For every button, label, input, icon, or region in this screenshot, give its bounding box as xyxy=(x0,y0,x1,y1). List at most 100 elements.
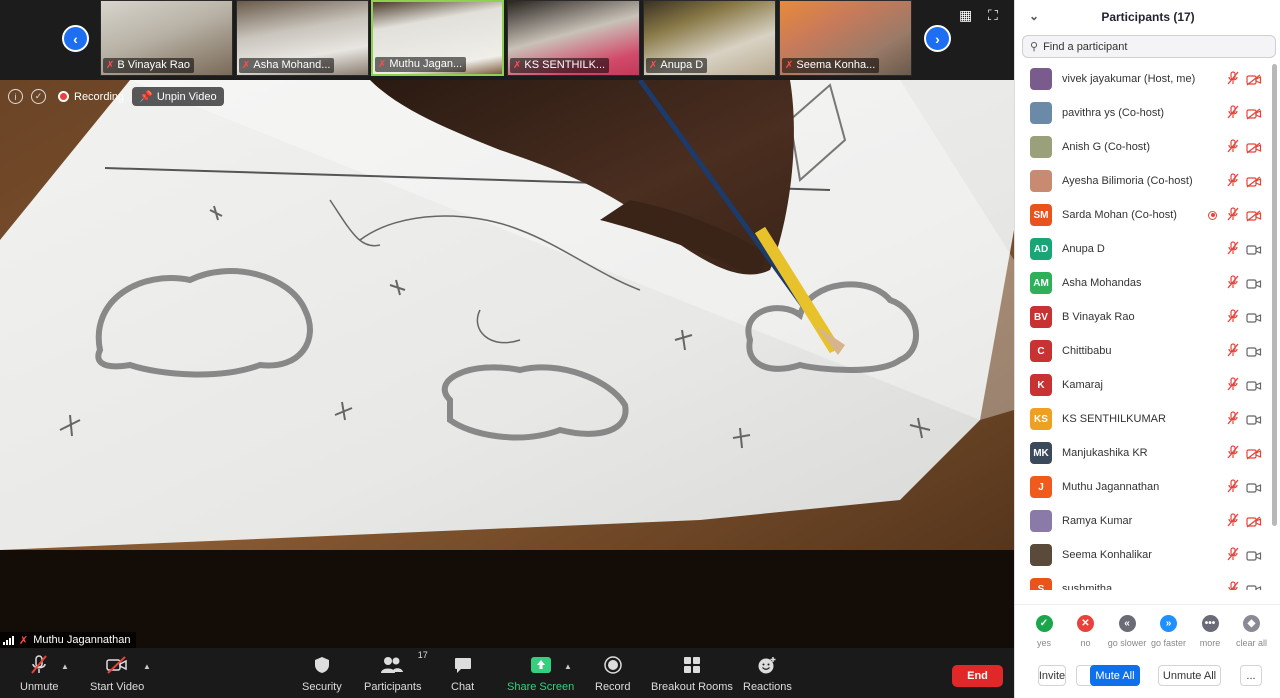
video-on-icon[interactable] xyxy=(1246,243,1262,255)
feedback-yes-button[interactable]: ✓ yes xyxy=(1022,615,1066,648)
muted-mic-icon[interactable] xyxy=(1227,206,1239,224)
previous-page-button[interactable]: ‹ xyxy=(62,25,89,52)
participant-row[interactable]: AD Anupa D xyxy=(1015,232,1273,266)
muted-mic-icon: ✗ xyxy=(19,634,29,647)
muted-mic-icon[interactable] xyxy=(1227,104,1239,122)
record-button[interactable]: Record xyxy=(595,654,630,693)
participant-row[interactable]: SM Sarda Mohan (Co-host) xyxy=(1015,198,1273,232)
participant-list-scrollbar[interactable] xyxy=(1272,64,1277,526)
participant-row[interactable]: C Chittibabu xyxy=(1015,334,1273,368)
participants-button[interactable]: 17 Participants xyxy=(364,650,428,693)
participant-row[interactable]: BV B Vinayak Rao xyxy=(1015,300,1273,334)
feedback-label: yes xyxy=(1036,638,1051,648)
muted-mic-icon[interactable] xyxy=(1227,376,1239,394)
participant-row[interactable]: MK Manjukashika KR xyxy=(1015,436,1273,470)
muted-mic-icon[interactable] xyxy=(1227,410,1239,428)
unmute-all-button[interactable]: Unmute All xyxy=(1158,665,1221,686)
meeting-info-icon[interactable]: i xyxy=(8,89,23,104)
video-off-icon[interactable] xyxy=(1246,141,1262,154)
muted-mic-icon[interactable] xyxy=(1227,70,1239,88)
muted-mic-icon[interactable] xyxy=(1227,342,1239,360)
next-page-button[interactable]: › xyxy=(924,25,951,52)
mute-all-button[interactable]: Mute All xyxy=(1090,665,1140,686)
feedback-go-slower-button[interactable]: « go slower xyxy=(1105,615,1149,648)
video-off-icon[interactable] xyxy=(1246,107,1262,120)
video-off-icon[interactable] xyxy=(1246,515,1262,528)
video-on-icon[interactable] xyxy=(1246,277,1262,289)
muted-mic-icon: ✗ xyxy=(649,60,658,71)
participant-row[interactable]: Ramya Kumar xyxy=(1015,504,1273,538)
muted-mic-icon[interactable] xyxy=(1227,308,1239,326)
thumbnail-video-active[interactable]: ✗ Muthu Jagan... xyxy=(371,0,504,76)
collapse-chevron-icon[interactable]: ⌄ xyxy=(1029,9,1039,23)
muted-mic-icon[interactable] xyxy=(1227,240,1239,258)
search-icon: ⚲ xyxy=(1030,41,1039,53)
breakout-rooms-button[interactable]: Breakout Rooms xyxy=(651,654,733,693)
thumbnail-video[interactable]: ✗ Seema Konha... xyxy=(779,0,912,76)
participant-row[interactable]: KS KS SENTHILKUMAR xyxy=(1015,402,1273,436)
participant-row[interactable]: Ssushmitha xyxy=(1015,572,1273,590)
video-on-icon[interactable] xyxy=(1246,311,1262,323)
muted-mic-icon[interactable] xyxy=(1227,512,1239,530)
muted-mic-icon[interactable] xyxy=(1227,478,1239,496)
muted-mic-icon: ✗ xyxy=(513,60,522,71)
participant-row[interactable]: pavithra ys (Co-host) xyxy=(1015,96,1273,130)
muted-mic-icon[interactable] xyxy=(1227,138,1239,156)
unmute-button[interactable]: Unmute xyxy=(20,654,59,693)
video-off-icon[interactable] xyxy=(1246,73,1262,86)
share-options-caret-icon[interactable]: ▲ xyxy=(564,662,572,671)
participant-row[interactable]: Anish G (Co-host) xyxy=(1015,130,1273,164)
participant-row[interactable]: J Muthu Jagannathan xyxy=(1015,470,1273,504)
thumbnail-video[interactable]: ✗ Asha Mohand... xyxy=(236,0,369,76)
video-off-icon[interactable] xyxy=(1246,175,1262,188)
security-button[interactable]: Security xyxy=(302,654,342,693)
feedback-go-faster-button[interactable]: » go faster xyxy=(1147,615,1191,648)
participant-row[interactable]: vivek jayakumar (Host, me) xyxy=(1015,62,1273,96)
participant-avatar xyxy=(1030,102,1052,124)
video-on-icon[interactable] xyxy=(1246,413,1262,425)
thumbnail-video[interactable]: ✗ Anupa D xyxy=(643,0,776,76)
thumbnail-video[interactable]: ✗ B Vinayak Rao xyxy=(100,0,233,76)
video-on-icon[interactable] xyxy=(1246,481,1262,493)
gallery-view-icon[interactable]: ▦ xyxy=(959,7,972,24)
reactions-button[interactable]: Reactions xyxy=(743,654,792,693)
video-off-icon[interactable] xyxy=(1246,209,1262,222)
feedback-more-button[interactable]: ••• more xyxy=(1188,615,1232,648)
more-options-button[interactable]: ... xyxy=(1240,665,1262,686)
recording-indicator[interactable]: Recording xyxy=(58,91,124,103)
video-off-icon[interactable] xyxy=(1246,447,1262,460)
feedback-no-button[interactable]: ✕ no xyxy=(1064,615,1108,648)
participant-row[interactable]: Seema Konhalikar xyxy=(1015,538,1273,572)
unpin-video-label: Unpin Video xyxy=(156,90,217,103)
thumbnail-video[interactable]: ✗ KS SENTHILK... xyxy=(507,0,640,76)
video-on-icon[interactable] xyxy=(1246,345,1262,357)
video-on-icon[interactable] xyxy=(1246,583,1262,590)
muted-mic-icon[interactable] xyxy=(1227,444,1239,462)
muted-mic-icon[interactable] xyxy=(1227,546,1239,564)
connection-signal-icon xyxy=(3,635,14,645)
encryption-shield-icon[interactable]: ✓ xyxy=(31,89,46,104)
video-on-icon[interactable] xyxy=(1246,549,1262,561)
share-screen-button[interactable]: Share Screen xyxy=(507,654,574,693)
muted-mic-icon[interactable] xyxy=(1227,580,1239,590)
find-participant-search[interactable]: ⚲ Find a participant xyxy=(1022,35,1276,58)
start-video-label: Start Video xyxy=(90,681,145,693)
participant-row[interactable]: Ayesha Bilimoria (Co-host) xyxy=(1015,164,1273,198)
audio-options-caret-icon[interactable]: ▲ xyxy=(61,662,69,671)
chat-button[interactable]: Chat xyxy=(451,654,474,693)
participant-avatar xyxy=(1030,510,1052,532)
unpin-video-button[interactable]: 📌 Unpin Video xyxy=(132,87,224,106)
participant-row[interactable]: K Kamaraj xyxy=(1015,368,1273,402)
participant-avatar: BV xyxy=(1030,306,1052,328)
start-video-button[interactable]: Start Video xyxy=(90,654,144,693)
participant-row[interactable]: AM Asha Mohandas xyxy=(1015,266,1273,300)
video-on-icon[interactable] xyxy=(1246,379,1262,391)
fullscreen-icon[interactable]: ⛶ xyxy=(988,7,998,24)
unmute-label: Unmute xyxy=(20,681,59,693)
muted-mic-icon[interactable] xyxy=(1227,274,1239,292)
muted-mic-icon[interactable] xyxy=(1227,172,1239,190)
invite-button[interactable]: Invite xyxy=(1038,665,1066,686)
video-options-caret-icon[interactable]: ▲ xyxy=(143,662,151,671)
end-meeting-button[interactable]: End xyxy=(952,665,1003,687)
feedback-clear-all-button[interactable]: ◆ clear all xyxy=(1230,615,1274,648)
